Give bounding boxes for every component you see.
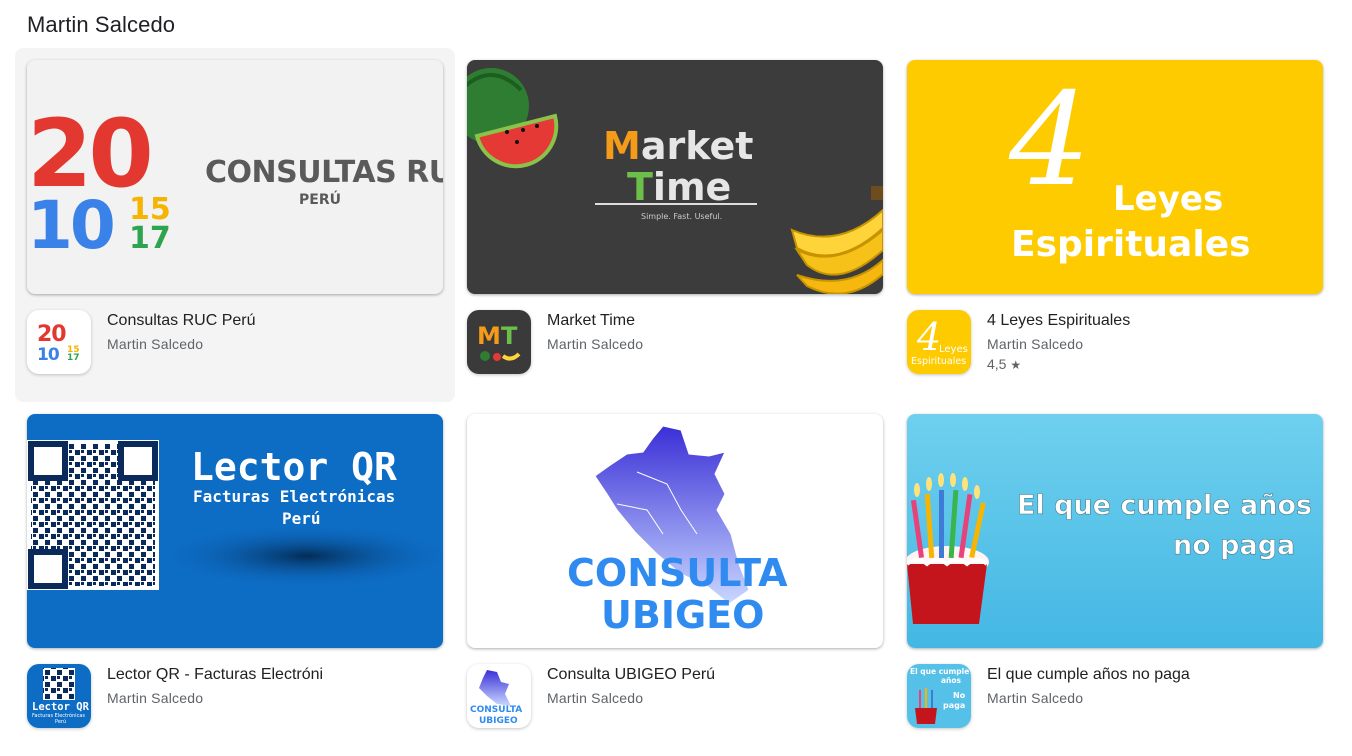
rating-value: 4,5	[987, 356, 1007, 372]
app-card-consultas-ruc[interactable]: 20 10 15 17 CONSULTAS RUC PERÚ 20 10 15 …	[15, 48, 455, 402]
banner-word-ime: ime	[653, 165, 731, 209]
app-card-market-time[interactable]: Market Time Simple. Fast. Useful. M T Ma…	[455, 48, 895, 402]
banner-word-arket: arket	[641, 124, 754, 168]
icon-line1: El que cumple	[910, 667, 969, 676]
app-card-cumple[interactable]: El que cumple años no paga El que cumple…	[895, 402, 1335, 756]
icon-line2: años	[941, 676, 962, 685]
banner-line2: UBIGEO	[601, 593, 764, 637]
banner-letter-t: T	[627, 165, 653, 209]
app-icon-lector-qr[interactable]: Lector QR Facturas Electrónicas Perú	[27, 664, 91, 728]
banner-year-bottom: 10	[27, 187, 113, 264]
icon-title: Lector QR	[32, 701, 90, 713]
app-developer[interactable]: Martin Salcedo	[547, 690, 643, 706]
banner-title: Lector QR	[191, 445, 397, 489]
app-card-4-leyes[interactable]: 4 Leyes Espirituales 4 Leyes Espirituale…	[895, 48, 1335, 402]
icon-line4: paga	[943, 701, 965, 710]
banner-line3: Perú	[282, 509, 321, 528]
app-card-lector-qr[interactable]: Lector QR Facturas Electrónicas Perú Lec…	[15, 402, 455, 756]
app-banner-consultas-ruc[interactable]: 20 10 15 17 CONSULTAS RUC PERÚ	[27, 60, 443, 294]
app-title[interactable]: 4 Leyes Espirituales	[987, 312, 1130, 330]
banner-line2: Facturas Electrónicas	[193, 487, 395, 506]
banner-line1: El que cumple años	[1017, 490, 1312, 521]
svg-text:Time: Time	[627, 165, 731, 209]
app-banner-market-time[interactable]: Market Time Simple. Fast. Useful.	[467, 60, 883, 294]
banner-title: CONSULTAS RUC	[205, 155, 443, 190]
icon-text-bottom: 10	[37, 345, 60, 365]
banner-tagline: Simple. Fast. Useful.	[641, 212, 722, 221]
app-icon-market-time[interactable]: M T	[467, 310, 531, 374]
icon-line2: UBIGEO	[479, 716, 518, 726]
banner-subtitle: PERÚ	[299, 190, 341, 208]
section-title: Martin Salcedo	[27, 12, 176, 37]
banner-word-leyes: Leyes	[1113, 179, 1223, 219]
app-icon-cumple[interactable]: El que cumple años No paga	[907, 664, 971, 728]
app-banner-ubigeo[interactable]: CONSULTA UBIGEO	[467, 414, 883, 648]
app-icon-4-leyes[interactable]: 4 Leyes Espirituales	[907, 310, 971, 374]
app-title[interactable]: Consulta UBIGEO Perú	[547, 666, 715, 684]
icon-letter-t: T	[501, 322, 518, 350]
banner-word-espirituales: Espirituales	[1011, 224, 1251, 265]
app-banner-lector-qr[interactable]: Lector QR Facturas Electrónicas Perú	[27, 414, 443, 648]
banana-icon	[790, 186, 883, 294]
app-developer[interactable]: Martin Salcedo	[987, 690, 1083, 706]
app-title[interactable]: Consultas RUC Perú	[107, 312, 256, 330]
banner-numeral: 4	[1008, 66, 1090, 215]
app-developer[interactable]: Martin Salcedo	[547, 336, 643, 352]
app-rating: 4,5 ★	[987, 356, 1021, 372]
icon-subtitle-2: Perú	[55, 718, 66, 725]
icon-word-espirituales: Espirituales	[911, 356, 966, 367]
star-icon: ★	[1010, 358, 1022, 372]
birthday-cake-icon	[907, 473, 989, 624]
banner-line1: CONSULTA	[567, 551, 788, 595]
icon-line1: CONSULTA	[470, 705, 522, 715]
banner-letter-m: M	[603, 124, 641, 168]
app-card-ubigeo[interactable]: CONSULTA UBIGEO CONSULTA UBIGEO Consulta…	[455, 402, 895, 756]
icon-line3: No	[953, 691, 966, 700]
banner-num-b: 17	[129, 221, 171, 256]
app-title[interactable]: Lector QR - Facturas Electróni	[107, 666, 323, 684]
app-banner-cumple[interactable]: El que cumple años no paga	[907, 414, 1323, 648]
icon-text-top: 20	[37, 322, 66, 347]
app-icon-consultas-ruc[interactable]: 20 10 15 17	[27, 310, 91, 374]
app-title[interactable]: El que cumple años no paga	[987, 666, 1190, 684]
icon-word-leyes: Leyes	[939, 344, 968, 355]
svg-text:Market: Market	[603, 124, 753, 168]
app-developer[interactable]: Martin Salcedo	[107, 336, 203, 352]
watermelon-icon	[467, 68, 559, 169]
app-banner-4-leyes[interactable]: 4 Leyes Espirituales	[907, 60, 1323, 294]
app-developer[interactable]: Martin Salcedo	[107, 690, 203, 706]
icon-numeral: 4	[916, 315, 941, 359]
app-title[interactable]: Market Time	[547, 312, 635, 330]
banner-line2: no paga	[1173, 530, 1295, 561]
app-icon-ubigeo[interactable]: CONSULTA UBIGEO	[467, 664, 531, 728]
icon-subtitle: Facturas Electrónicas	[32, 712, 85, 719]
app-developer[interactable]: Martin Salcedo	[987, 336, 1083, 352]
icon-letter-m: M	[477, 322, 501, 350]
icon-text-b: 17	[67, 353, 80, 363]
